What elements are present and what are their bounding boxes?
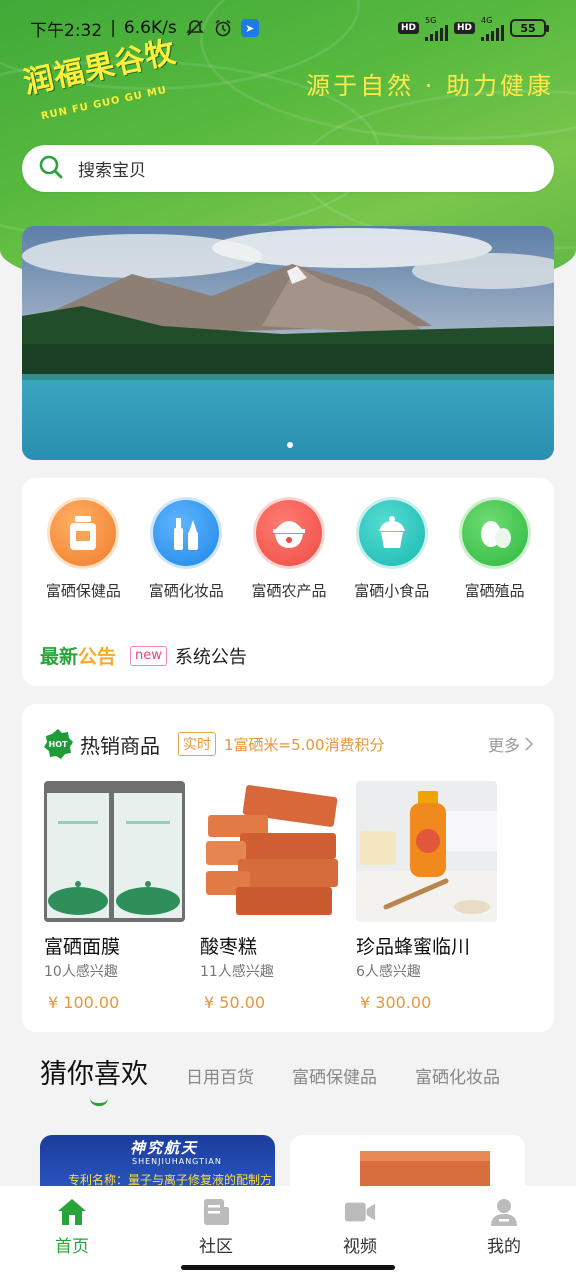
product-name: 酸枣糕 [200,936,258,958]
exchange-rate: 1富硒米=5.00消费积分 [224,735,385,754]
category-supplements[interactable]: 富硒保健品 [32,500,135,601]
tab-daily-goods[interactable]: 日用百货 [186,1063,254,1091]
category-row: 富硒保健品 富硒化妆品 富硒农产品 富硒小食品 富硒殖品 [22,500,554,601]
product-price: ¥ 50.00 [204,993,266,1012]
tab-cosmetics[interactable]: 富硒化妆品 [415,1063,500,1091]
home-indicator [181,1265,395,1270]
signal-icon [424,24,448,41]
category-snacks[interactable]: 富硒小食品 [340,500,443,601]
tab-guess-you-like[interactable]: 猜你喜欢 [40,1052,148,1106]
app-notification-icon: ➤ [240,19,259,37]
video-icon [344,1196,376,1228]
search-input[interactable]: 搜索宝贝 [78,156,146,181]
hot-products-title: 热销商品 [80,733,160,758]
category-agri-products[interactable]: 富硒农产品 [238,500,341,601]
hd-badge: HD [397,22,419,34]
supplement-bottle-icon [50,500,117,566]
hot-products-header: HOT 热销商品 实时 1富硒米=5.00消费积分 更多 [42,728,534,760]
feed-item-subtitle: SHENJIUHANGTIAN [132,1157,222,1166]
signal-icon [481,24,504,41]
category-label: 富硒农产品 [251,582,327,600]
product-price: ¥ 100.00 [48,993,120,1012]
tab-health-products[interactable]: 富硒保健品 [292,1063,377,1091]
product-interest: 6人感兴趣 [356,964,421,980]
rice-bowl-icon [255,500,322,566]
nav-label: 我的 [487,1237,521,1257]
product-card[interactable]: 珍品蜂蜜临川 6人感兴趣 ¥ 300.00 [356,781,498,1012]
hot-badge-icon: HOT [42,728,74,760]
product-image-face-mask[interactable] [44,781,185,922]
mute-icon [185,18,205,38]
more-link[interactable]: 更多 [488,732,534,756]
community-icon [200,1196,232,1228]
more-label: 更多 [487,736,520,755]
category-label: 富硒殖品 [464,582,525,600]
nav-profile[interactable]: 我的 [454,1196,554,1280]
network-type: 4G [481,15,493,25]
chevron-right-icon [525,737,534,751]
notice-title-part1: 最新 [40,646,79,668]
carousel-indicator[interactable] [287,442,293,448]
active-tab-indicator [90,1098,108,1106]
guess-title: 猜你喜欢 [40,1059,148,1090]
network-type: 5G [424,15,437,25]
notice-text[interactable]: 系统公告 [175,643,247,669]
notice-title-part2: 公告 [78,646,117,668]
feed-item-title: 神究航天 [130,1139,199,1157]
category-label: 富硒小食品 [354,582,430,600]
notice-bar[interactable]: 最新公告 new 系统公告 [40,642,247,669]
status-separator: | [110,18,116,38]
search-icon [38,154,64,184]
category-card: 富硒保健品 富硒化妆品 富硒农产品 富硒小食品 富硒殖品 最新公告 new 系统… [22,478,554,686]
category-breeding[interactable]: 富硒殖品 [443,500,546,601]
notice-title: 最新公告 [40,642,116,669]
banner-carousel[interactable] [22,226,554,460]
profile-icon [488,1196,520,1228]
product-list: 富硒面膜 10人感兴趣 ¥ 100.00 酸枣糕 11人感兴趣 ¥ 50.00 … [44,781,498,1012]
realtime-badge: 实时 [178,732,216,756]
nav-label: 视频 [343,1237,377,1257]
hd-badge: HD [453,22,475,34]
nav-home[interactable]: 首页 [22,1196,122,1280]
battery-icon: 55 [510,19,549,37]
guess-tabs: 猜你喜欢 日用百货 富硒保健品 富硒化妆品 [40,1052,540,1106]
category-label: 富硒化妆品 [148,582,224,600]
product-interest: 11人感兴趣 [200,964,274,980]
alarm-icon [213,18,233,38]
slogan: 源于自然 · 助力健康 [306,72,554,100]
status-time: 下午2:32 [30,20,103,41]
product-interest: 10人感兴趣 [44,964,118,980]
svg-text:HOT: HOT [49,740,68,749]
product-image-jujube-cake[interactable] [200,781,341,922]
cake-icon [358,500,425,566]
product-name: 珍品蜂蜜临川 [356,936,471,958]
app-logo: 润福果谷牧 RUN FU GUO GU MU [21,35,180,123]
product-card[interactable]: 富硒面膜 10人感兴趣 ¥ 100.00 [44,781,186,1012]
eggs-icon [461,500,528,566]
product-price: ¥ 300.00 [360,993,432,1012]
product-card[interactable]: 酸枣糕 11人感兴趣 ¥ 50.00 [200,781,342,1012]
home-icon [56,1196,88,1228]
category-label: 富硒保健品 [45,582,121,600]
cosmetics-icon [153,500,220,566]
product-image-honey[interactable] [356,781,497,922]
new-badge: new [130,645,167,666]
category-cosmetics[interactable]: 富硒化妆品 [135,500,238,601]
hot-products-card: HOT 热销商品 实时 1富硒米=5.00消费积分 更多 富硒面膜 10人感兴趣… [22,704,554,1032]
nav-label: 社区 [199,1237,233,1257]
product-name: 富硒面膜 [44,936,121,958]
nav-label: 首页 [55,1237,89,1257]
search-bar[interactable]: 搜索宝贝 [22,145,554,192]
